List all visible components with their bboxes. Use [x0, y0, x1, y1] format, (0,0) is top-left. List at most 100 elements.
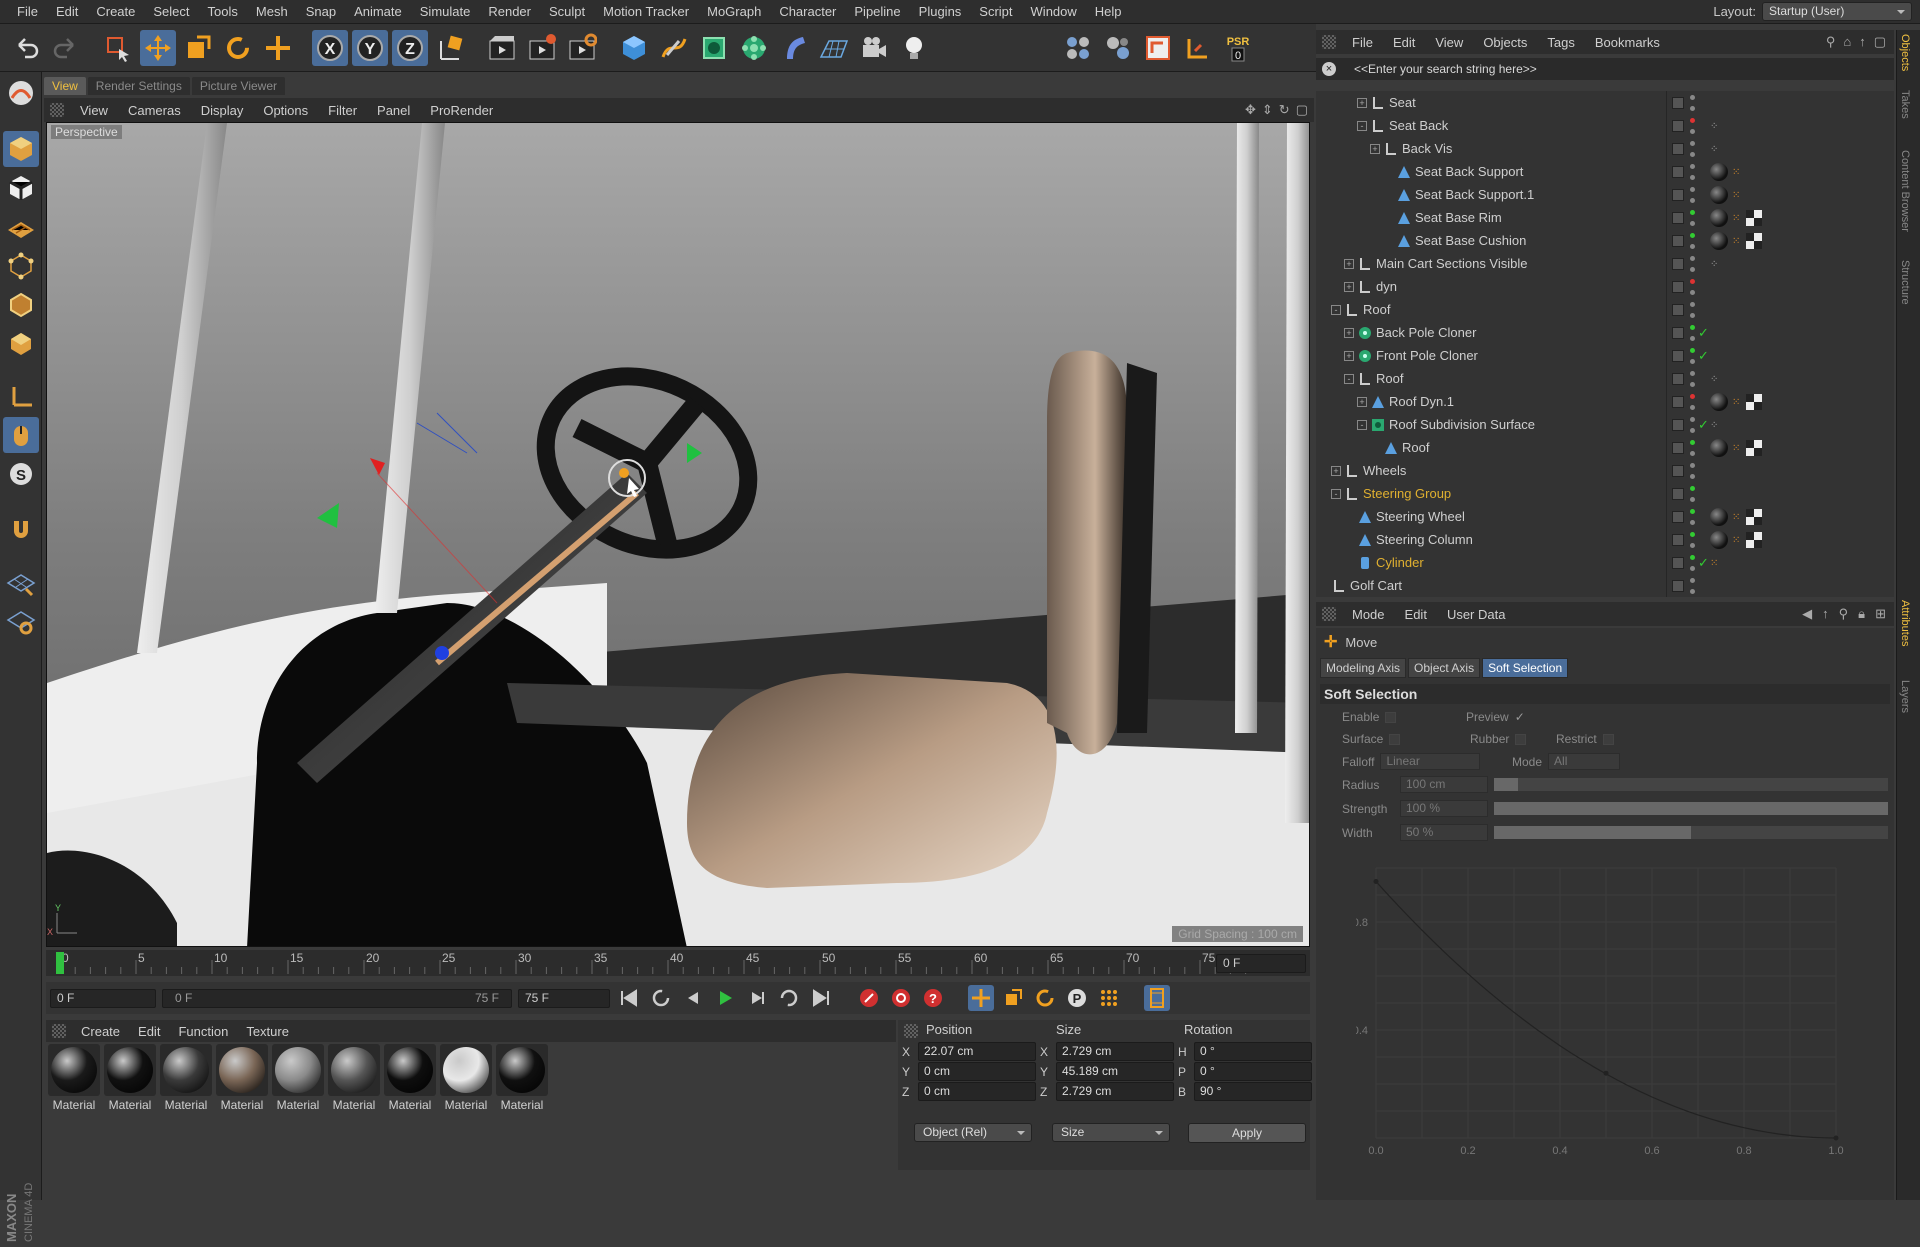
object-row-wheels[interactable]: + Wheels: [1316, 459, 1886, 482]
layer-visibility-icon[interactable]: [1672, 280, 1684, 293]
material-swatch[interactable]: Material: [272, 1044, 324, 1116]
psr-lock-icon[interactable]: PSR 0: [1220, 30, 1256, 66]
object-row-dyn[interactable]: + dyn: [1316, 275, 1886, 298]
phong-tag-icon[interactable]: ⁙: [1710, 558, 1720, 569]
expand-toggle-icon[interactable]: -: [1331, 488, 1341, 499]
object-row-roof-dyn-1[interactable]: + Roof Dyn.1 ⁙: [1316, 390, 1886, 413]
editor-render-dots-icon[interactable]: [1690, 462, 1696, 479]
layer-visibility-icon[interactable]: [1672, 303, 1684, 316]
expand-toggle-icon[interactable]: -: [1357, 419, 1367, 430]
go-to-end-icon[interactable]: [808, 985, 834, 1011]
phong-tag-icon[interactable]: ⁙: [1732, 443, 1742, 454]
position-y-field[interactable]: 0 cm: [918, 1062, 1036, 1081]
pan-icon[interactable]: ✥: [1245, 102, 1256, 118]
editor-render-dots-icon[interactable]: [1690, 554, 1696, 571]
editor-render-dots-icon[interactable]: [1690, 393, 1696, 410]
layer-visibility-icon[interactable]: [1672, 487, 1684, 500]
panel-grip-icon[interactable]: [1322, 607, 1336, 621]
menu-item-mesh[interactable]: Mesh: [247, 4, 297, 19]
editor-render-dots-icon[interactable]: [1690, 278, 1696, 295]
layer-visibility-icon[interactable]: [1672, 257, 1684, 270]
layer-visibility-icon[interactable]: [1672, 418, 1684, 431]
layer-visibility-icon[interactable]: [1672, 119, 1684, 132]
cloner-icon[interactable]: [736, 30, 772, 66]
rotation-b-field[interactable]: 90 °: [1194, 1082, 1312, 1101]
play-icon[interactable]: [712, 985, 738, 1011]
key-rotation-icon[interactable]: [1032, 985, 1058, 1011]
editor-render-dots-icon[interactable]: [1690, 577, 1696, 594]
editor-render-dots-icon[interactable]: [1690, 324, 1696, 341]
layer-visibility-icon[interactable]: [1672, 165, 1684, 178]
new-manager-icon[interactable]: ⊞: [1875, 606, 1886, 622]
texture-checker-tag-icon[interactable]: [1746, 209, 1762, 226]
layer-visibility-icon[interactable]: [1672, 372, 1684, 385]
object-name[interactable]: Steering Column: [1376, 532, 1473, 547]
phong-tag-icon[interactable]: ⁙: [1732, 167, 1742, 178]
zoom-icon[interactable]: ⇕: [1262, 102, 1273, 118]
object-name[interactable]: Seat Base Rim: [1415, 210, 1502, 225]
move-tool-icon[interactable]: [140, 29, 176, 66]
object-row-seat-base-cushion[interactable]: Seat Base Cushion ⁙: [1316, 229, 1886, 252]
make-preview-sphere-icon[interactable]: [3, 75, 39, 111]
hierarchy-dots-icon[interactable]: ⁘: [1710, 121, 1720, 132]
object-row-back-pole-cloner[interactable]: + Back Pole Cloner ✓: [1316, 321, 1886, 344]
menu-item-script[interactable]: Script: [970, 4, 1021, 19]
layer-visibility-icon[interactable]: [1672, 142, 1684, 155]
menu-item-pipeline[interactable]: Pipeline: [845, 4, 909, 19]
viewport-menu-options[interactable]: Options: [253, 103, 318, 118]
go-to-start-icon[interactable]: [616, 985, 642, 1011]
expand-toggle-icon[interactable]: +: [1344, 327, 1354, 338]
floor-icon[interactable]: [816, 30, 852, 66]
workplane-icon[interactable]: [1140, 30, 1176, 66]
layer-visibility-icon[interactable]: [1672, 579, 1684, 592]
undo-icon[interactable]: [8, 30, 44, 66]
render-view-icon[interactable]: [484, 30, 520, 66]
menu-item-animate[interactable]: Animate: [345, 4, 411, 19]
object-name[interactable]: Roof Subdivision Surface: [1389, 417, 1535, 432]
material-tag-icon[interactable]: [1710, 231, 1728, 250]
object-menu-edit[interactable]: Edit: [1383, 35, 1425, 50]
phong-tag-icon[interactable]: ⁙: [1732, 397, 1742, 408]
expand-toggle-icon[interactable]: +: [1344, 258, 1354, 269]
object-menu-file[interactable]: File: [1342, 35, 1383, 50]
menu-item-character[interactable]: Character: [770, 4, 845, 19]
object-row-golf-cart[interactable]: Golf Cart: [1316, 574, 1886, 597]
attributes-menu-user-data[interactable]: User Data: [1437, 607, 1516, 622]
up-arrow-icon[interactable]: ↑: [1822, 606, 1829, 622]
maximize-icon[interactable]: ▢: [1874, 34, 1886, 50]
mode-dropdown[interactable]: All: [1548, 753, 1621, 770]
expand-toggle-icon[interactable]: -: [1331, 304, 1341, 315]
editor-render-dots-icon[interactable]: [1690, 209, 1696, 226]
layer-visibility-icon[interactable]: [1672, 395, 1684, 408]
editor-render-dots-icon[interactable]: [1690, 370, 1696, 387]
object-name[interactable]: Roof: [1402, 440, 1429, 455]
curve-knot[interactable]: [1833, 1135, 1839, 1141]
home-icon[interactable]: ⌂: [1843, 34, 1851, 50]
enabled-check-icon[interactable]: ✓: [1698, 348, 1709, 364]
editor-render-dots-icon[interactable]: [1690, 439, 1696, 456]
layer-visibility-icon[interactable]: [1672, 188, 1684, 201]
texture-checker-tag-icon[interactable]: [1746, 439, 1762, 456]
editor-render-dots-icon[interactable]: [1690, 117, 1696, 134]
menu-item-file[interactable]: File: [8, 4, 47, 19]
width-field[interactable]: 50 %: [1400, 824, 1488, 841]
curve-knot[interactable]: [1373, 879, 1379, 884]
object-row-seat-back[interactable]: - Seat Back ⁘: [1316, 114, 1886, 137]
editor-render-dots-icon[interactable]: [1690, 163, 1696, 180]
editor-render-dots-icon[interactable]: [1690, 255, 1696, 272]
layer-visibility-icon[interactable]: [1672, 556, 1684, 569]
keyframe-selection-icon[interactable]: ?: [920, 985, 946, 1011]
menu-item-help[interactable]: Help: [1086, 4, 1131, 19]
scale-tool-icon[interactable]: [180, 30, 216, 66]
strength-slider[interactable]: [1494, 802, 1888, 815]
object-name[interactable]: Front Pole Cloner: [1376, 348, 1478, 363]
tab-render-settings[interactable]: Render Settings: [87, 77, 190, 95]
timeline-end-frame[interactable]: 0 F: [1216, 954, 1306, 973]
tweak-mode-icon[interactable]: [3, 417, 39, 453]
phong-tag-icon[interactable]: ⁙: [1732, 190, 1742, 201]
falloff-curve-graph[interactable]: 0.8 0.4 0.0 0.2 0.4 0.6 0.8 1.0: [1356, 848, 1886, 1178]
layer-visibility-icon[interactable]: [1672, 349, 1684, 362]
editor-render-dots-icon[interactable]: [1690, 232, 1696, 249]
phong-tag-icon[interactable]: ⁙: [1732, 213, 1742, 224]
object-row-main-cart-sections-visible[interactable]: + Main Cart Sections Visible ⁘: [1316, 252, 1886, 275]
